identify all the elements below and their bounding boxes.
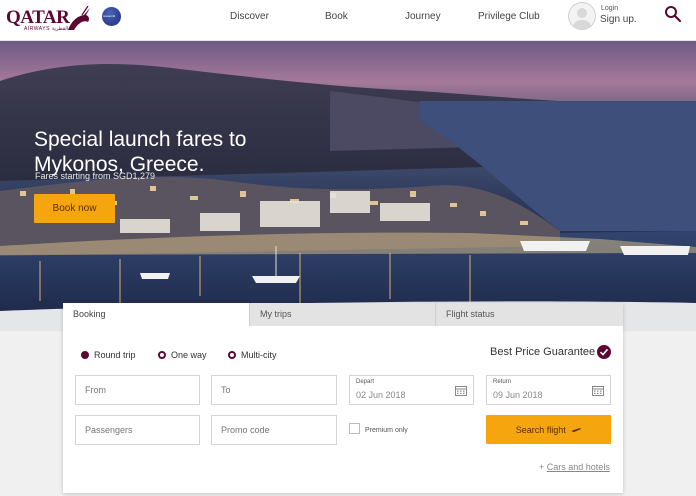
radio-round-trip[interactable]: Round trip <box>81 350 136 360</box>
premium-only-label: Premium only <box>365 427 408 434</box>
search-flight-button[interactable]: Search flight <box>486 415 611 444</box>
cars-prefix: + <box>539 462 545 472</box>
return-label: Return <box>493 379 512 385</box>
depart-value: 02 Jun 2018 <box>356 390 406 400</box>
oneworld-label: oneworld <box>103 14 116 18</box>
tab-my-trips[interactable]: My trips <box>249 303 435 326</box>
qatar-airways-logo[interactable]: QATAR AIRWAYS القطرية <box>6 6 92 32</box>
nav-book[interactable]: Book <box>325 11 348 22</box>
user-avatar-icon[interactable] <box>568 2 596 30</box>
premium-only-checkbox[interactable]: Premium only <box>349 423 408 434</box>
radio-unselected-icon <box>158 351 166 359</box>
logo-subtext: AIRWAYS القطرية <box>24 26 69 32</box>
check-icon <box>597 345 611 359</box>
calendar-icon[interactable] <box>592 385 604 396</box>
radio-selected-icon <box>81 351 89 359</box>
nav-journey[interactable]: Journey <box>405 11 441 22</box>
tab-booking[interactable]: Booking <box>63 303 249 326</box>
radio-label: Multi-city <box>241 350 277 360</box>
promo-code-field[interactable] <box>211 415 337 445</box>
oryx-icon <box>68 6 90 30</box>
radio-label: One way <box>171 350 207 360</box>
radio-multi-city[interactable]: Multi-city <box>228 350 277 360</box>
calendar-icon[interactable] <box>455 385 467 396</box>
search-icon[interactable] <box>664 5 682 23</box>
to-field[interactable] <box>211 375 337 405</box>
radio-label: Round trip <box>94 350 136 360</box>
booking-panel: Booking My trips Flight status Round tri… <box>63 303 623 493</box>
hero-title: Special launch fares to Mykonos, Greece. <box>34 128 247 177</box>
promo-code-input[interactable] <box>219 424 323 436</box>
oneworld-alliance-logo: oneworld <box>102 7 121 26</box>
best-price-guarantee-label: Best Price Guarantee <box>490 346 596 358</box>
signup-link[interactable]: Sign up. <box>600 14 637 25</box>
search-flight-label: Search flight <box>515 424 566 435</box>
nav-privilege-club[interactable]: Privilege Club <box>478 11 540 22</box>
passengers-field[interactable] <box>75 415 200 445</box>
passengers-input[interactable] <box>83 424 187 436</box>
hero-subtitle: Fares starting from SGD1,279 <box>35 171 156 181</box>
depart-label: Depart <box>356 379 375 385</box>
radio-unselected-icon <box>228 351 236 359</box>
book-now-button[interactable]: Book now <box>34 194 115 223</box>
hero-banner: Special launch fares to Mykonos, Greece.… <box>0 41 696 331</box>
to-input[interactable] <box>219 384 323 396</box>
return-date-field[interactable]: Return 09 Jun 2018 <box>486 375 611 405</box>
site-header: QATAR AIRWAYS القطرية oneworld Discover … <box>0 0 696 41</box>
from-input[interactable] <box>83 384 187 396</box>
from-field[interactable] <box>75 375 200 405</box>
plane-icon <box>571 427 582 432</box>
mykonos-harbour-image <box>0 64 696 331</box>
radio-one-way[interactable]: One way <box>158 350 207 360</box>
cars-and-hotels: + Cars and hotels <box>539 462 610 472</box>
tab-flight-status[interactable]: Flight status <box>435 303 623 326</box>
cars-and-hotels-link[interactable]: Cars and hotels <box>547 462 610 472</box>
return-value: 09 Jun 2018 <box>493 390 543 400</box>
login-link[interactable]: Login <box>601 5 618 12</box>
avatar-silhouette-icon <box>573 8 591 29</box>
nav-discover[interactable]: Discover <box>230 11 269 22</box>
checkbox-icon[interactable] <box>349 423 360 434</box>
depart-date-field[interactable]: Depart 02 Jun 2018 <box>349 375 474 405</box>
